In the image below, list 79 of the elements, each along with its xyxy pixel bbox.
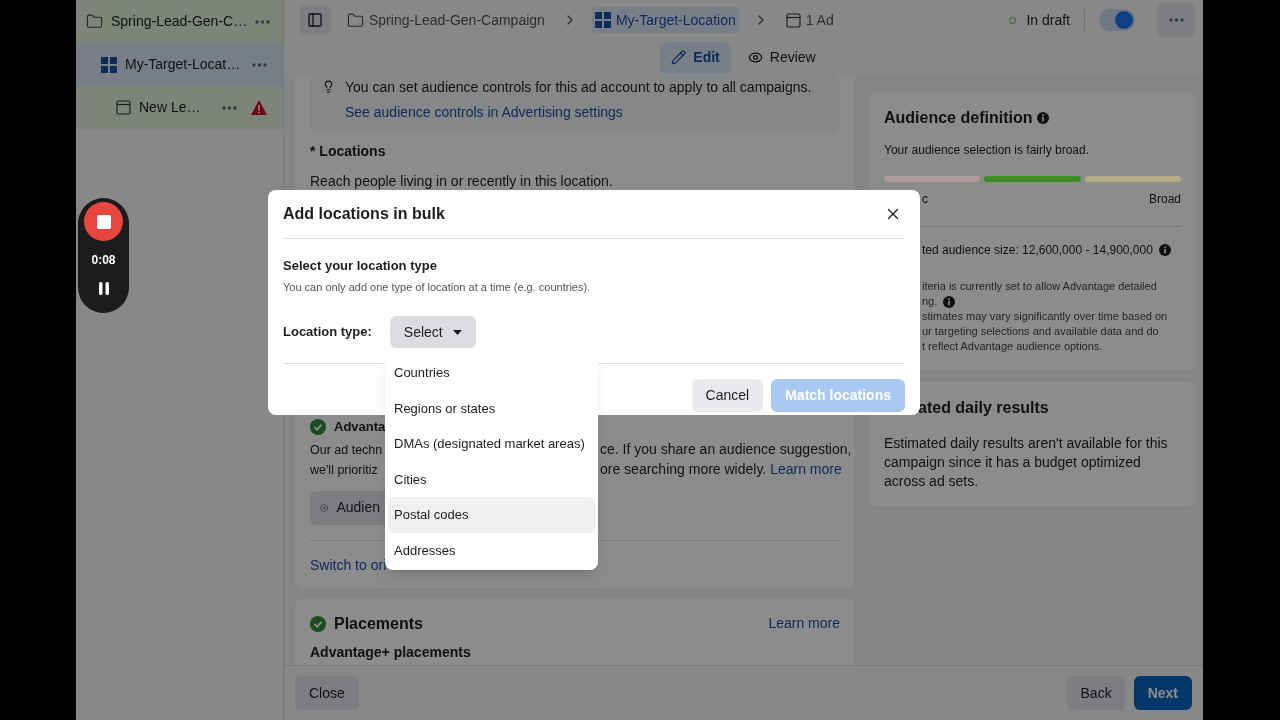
sidebar-item[interactable]: New Le… — [76, 86, 283, 129]
item-label: Spring-Lead-Gen-C… — [111, 12, 248, 31]
note-text: ng. — [922, 294, 938, 309]
info-icon — [943, 295, 956, 308]
menu-item[interactable]: DMAs (designated market areas) — [388, 426, 595, 462]
grid-icon — [594, 12, 611, 28]
menu-item[interactable]: Postal codes — [388, 497, 595, 533]
more-icon[interactable] — [255, 19, 271, 24]
stop-button[interactable] — [84, 202, 123, 241]
pencil-icon — [671, 50, 687, 65]
field-label: Location type: — [283, 323, 372, 342]
menu-item[interactable]: Regions or states — [388, 390, 595, 426]
dialog-hint: You can only add one type of location at a time (e.g. countries). — [283, 279, 592, 295]
item-label: New Le… — [139, 98, 201, 117]
menu-item[interactable]: Cities — [388, 461, 595, 497]
lightbulb-icon — [322, 80, 335, 93]
sidebar-item[interactable]: Spring-Lead-Gen-C… — [76, 0, 283, 43]
description-text: Our ad techn — [310, 442, 383, 457]
grid-icon — [101, 56, 117, 73]
notice-text: You can set audience controls for this ad account to apply to all campaigns. — [345, 78, 812, 97]
section-subtitle: Advantage+ placements — [310, 643, 472, 660]
note-text: ur targeting selections and available data and do — [922, 324, 1159, 339]
breadcrumb[interactable]: My-Target-Location — [591, 7, 739, 33]
stop-icon — [96, 214, 111, 229]
section-title: * Locations — [310, 142, 387, 161]
summary-text: Your audience selection is fairly broad. — [884, 142, 1090, 159]
sidebar-item[interactable]: My-Target-Locat… — [76, 43, 283, 86]
breadcrumb[interactable]: 1 Ad — [782, 7, 837, 33]
note-text: stimates may vary significantly over time based on — [922, 309, 1168, 324]
section-title: Placements — [334, 613, 423, 634]
more-button[interactable] — [1157, 3, 1195, 37]
info-icon — [1158, 244, 1171, 256]
more-icon[interactable] — [1168, 18, 1184, 22]
panel-toggle-button[interactable] — [300, 5, 330, 35]
location-type-select[interactable]: Select — [389, 316, 476, 348]
eye-icon — [747, 50, 763, 65]
breadcrumb[interactable]: Spring-Lead-Gen-Campaign — [344, 7, 548, 33]
pause-icon[interactable] — [98, 282, 109, 295]
cancel-button[interactable]: Cancel — [691, 379, 764, 412]
note-text: t reflect Advantage audience options. — [922, 339, 1103, 354]
section-description: Reach people living in or recently in this location. — [310, 172, 614, 191]
more-icon[interactable] — [222, 105, 238, 110]
audience-size: ted audience size: 12,600,000 - 14,900,000 — [922, 242, 1153, 259]
tab[interactable]: Edit — [660, 41, 731, 74]
learn-more-link[interactable]: Learn more — [768, 613, 840, 634]
recording-time: 0:08 — [91, 252, 116, 269]
meter-label: c — [922, 191, 928, 208]
status-label: In draft — [1026, 10, 1070, 30]
item-label: My-Target-Locat… — [125, 55, 241, 74]
dialog-heading: Select your location type — [283, 257, 438, 275]
note-text: iteria is currently set to allow Advantage detailed — [922, 279, 1157, 294]
menu-item[interactable]: Countries — [388, 355, 595, 391]
caret-icon — [452, 329, 462, 335]
back-button[interactable]: Back — [1066, 676, 1126, 710]
description-text: ce. If you share an audience suggestion, — [600, 439, 852, 459]
panel-text: Estimated daily results aren't available for this campaign since it has a budget optimized across ad sets. — [884, 434, 1169, 491]
tab[interactable]: Review — [736, 41, 827, 74]
toggle-switch[interactable] — [1099, 9, 1135, 31]
description-text: ore searching more widely. Learn more — [600, 459, 842, 479]
close-button[interactable]: Close — [295, 676, 359, 710]
sidebar-icon — [307, 12, 323, 28]
panel-title: Audience definition — [884, 108, 1033, 128]
folder-icon — [347, 11, 364, 29]
learn-more-link[interactable]: Learn more — [770, 460, 842, 477]
more-icon[interactable] — [252, 62, 267, 67]
dialog-title: Add locations in bulk — [283, 204, 445, 224]
next-button[interactable]: Next — [1133, 676, 1192, 710]
panel-title: ated daily results — [917, 398, 1050, 418]
settings-link[interactable]: See audience controls in Advertising settings — [345, 102, 812, 123]
info-icon — [1037, 112, 1050, 124]
check-icon — [310, 418, 326, 435]
section-title: Advanta — [334, 418, 386, 436]
meter-label: Broad — [1148, 191, 1181, 208]
window-icon — [785, 12, 801, 28]
description-text: we'll prioritiz — [310, 462, 378, 477]
window-icon — [116, 100, 131, 115]
warning-icon — [251, 100, 267, 115]
folder-icon — [86, 13, 103, 30]
check-icon — [310, 615, 326, 632]
